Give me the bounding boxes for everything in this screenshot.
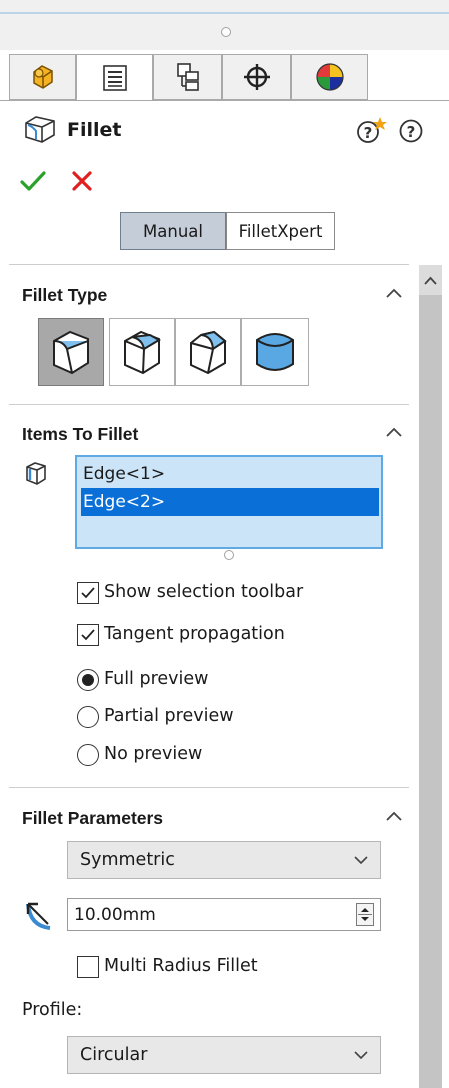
- tab-propertymanager[interactable]: [76, 54, 153, 101]
- panel-resize-grip[interactable]: [221, 27, 231, 37]
- items-to-fillet-collapse-icon[interactable]: [385, 426, 403, 438]
- full-preview-radio[interactable]: [77, 669, 99, 691]
- fillet-type-title: Fillet Type: [22, 285, 108, 305]
- chevron-down-icon: [354, 1051, 368, 1060]
- edge-selection-icon: [26, 462, 46, 485]
- scrollbar-thumb[interactable]: [419, 295, 442, 1088]
- checkmark-icon: [81, 587, 95, 599]
- filletxpert-mode-button[interactable]: FilletXpert: [226, 212, 335, 250]
- items-to-fillet-list[interactable]: Edge<1> Edge<2>: [75, 455, 383, 549]
- face-fillet-button[interactable]: [175, 318, 241, 386]
- configuration-icon: [176, 63, 199, 91]
- panel-top-strip: [0, 0, 449, 50]
- tab-configurationmanager[interactable]: [153, 54, 222, 100]
- radio-selected-dot: [82, 674, 94, 686]
- crosshair-icon: [243, 64, 270, 90]
- variable-size-fillet-button[interactable]: [109, 318, 175, 386]
- spinner-arrows-icon: [358, 908, 372, 921]
- radius-value: 10.00mm: [74, 904, 156, 925]
- section-divider: [9, 264, 409, 265]
- fillet-type-collapse-icon[interactable]: [385, 287, 403, 299]
- scroll-up-arrow-icon[interactable]: [423, 276, 438, 286]
- no-preview-radio[interactable]: [77, 744, 99, 766]
- radius-icon: [26, 902, 51, 930]
- fillet-method-dropdown[interactable]: Symmetric: [67, 841, 381, 879]
- full-preview-label[interactable]: Full preview: [104, 669, 208, 689]
- property-list-icon: [102, 64, 127, 91]
- partial-preview-radio[interactable]: [77, 706, 99, 728]
- tab-dimxpert[interactable]: [222, 54, 291, 100]
- svg-text:?: ?: [364, 124, 373, 142]
- checkmark-icon: [81, 629, 95, 641]
- fillet-parameters-title: Fillet Parameters: [22, 808, 164, 828]
- help-icon[interactable]: ?: [398, 118, 424, 144]
- fillet-feature-icon: [25, 116, 55, 143]
- show-selection-toolbar-checkbox[interactable]: [77, 582, 99, 604]
- tangent-propagation-label[interactable]: Tangent propagation: [104, 624, 285, 644]
- full-round-fillet-button[interactable]: [241, 318, 309, 386]
- variable-fillet-icon: [124, 330, 161, 375]
- tangent-propagation-checkbox[interactable]: [77, 624, 99, 646]
- radius-input[interactable]: 10.00mm: [67, 898, 381, 931]
- list-item-selected[interactable]: Edge<2>: [81, 488, 379, 516]
- partial-preview-label[interactable]: Partial preview: [104, 706, 234, 726]
- no-preview-label[interactable]: No preview: [104, 744, 202, 764]
- profile-dropdown[interactable]: Circular: [67, 1036, 381, 1074]
- chevron-down-icon: [354, 856, 368, 865]
- svg-text:?: ?: [407, 123, 416, 141]
- whats-wrong-help-icon[interactable]: ?: [355, 116, 387, 146]
- profile-value: Circular: [80, 1045, 148, 1065]
- top-border-line: [0, 12, 449, 14]
- show-selection-toolbar-label[interactable]: Show selection toolbar: [104, 582, 303, 602]
- multi-radius-fillet-checkbox[interactable]: [77, 956, 99, 978]
- ok-checkmark-icon[interactable]: [20, 170, 46, 192]
- constant-size-fillet-button[interactable]: [38, 318, 104, 386]
- fillet-method-value: Symmetric: [80, 850, 175, 870]
- section-divider: [9, 404, 409, 405]
- profile-label: Profile:: [22, 1000, 83, 1020]
- fillet-parameters-collapse-icon[interactable]: [385, 810, 403, 822]
- face-fillet-icon: [190, 330, 227, 375]
- items-to-fillet-title: Items To Fillet: [22, 424, 139, 444]
- list-resize-grip[interactable]: [224, 550, 234, 560]
- tab-featuremanager[interactable]: [9, 54, 76, 100]
- multi-radius-fillet-label[interactable]: Multi Radius Fillet: [104, 956, 258, 976]
- tabs-baseline: [0, 100, 449, 101]
- constant-fillet-icon: [53, 330, 89, 375]
- list-item[interactable]: Edge<1>: [81, 460, 379, 488]
- appearance-ball-icon: [315, 63, 344, 91]
- feature-tree-icon: [32, 65, 53, 89]
- full-round-fillet-icon: [256, 333, 294, 371]
- manual-mode-button[interactable]: Manual: [120, 212, 226, 250]
- cancel-x-icon[interactable]: [71, 170, 93, 192]
- section-divider: [9, 787, 409, 788]
- radius-spinner[interactable]: [356, 903, 374, 926]
- tab-displaymanager[interactable]: [291, 54, 368, 100]
- panel-title: Fillet: [67, 119, 122, 141]
